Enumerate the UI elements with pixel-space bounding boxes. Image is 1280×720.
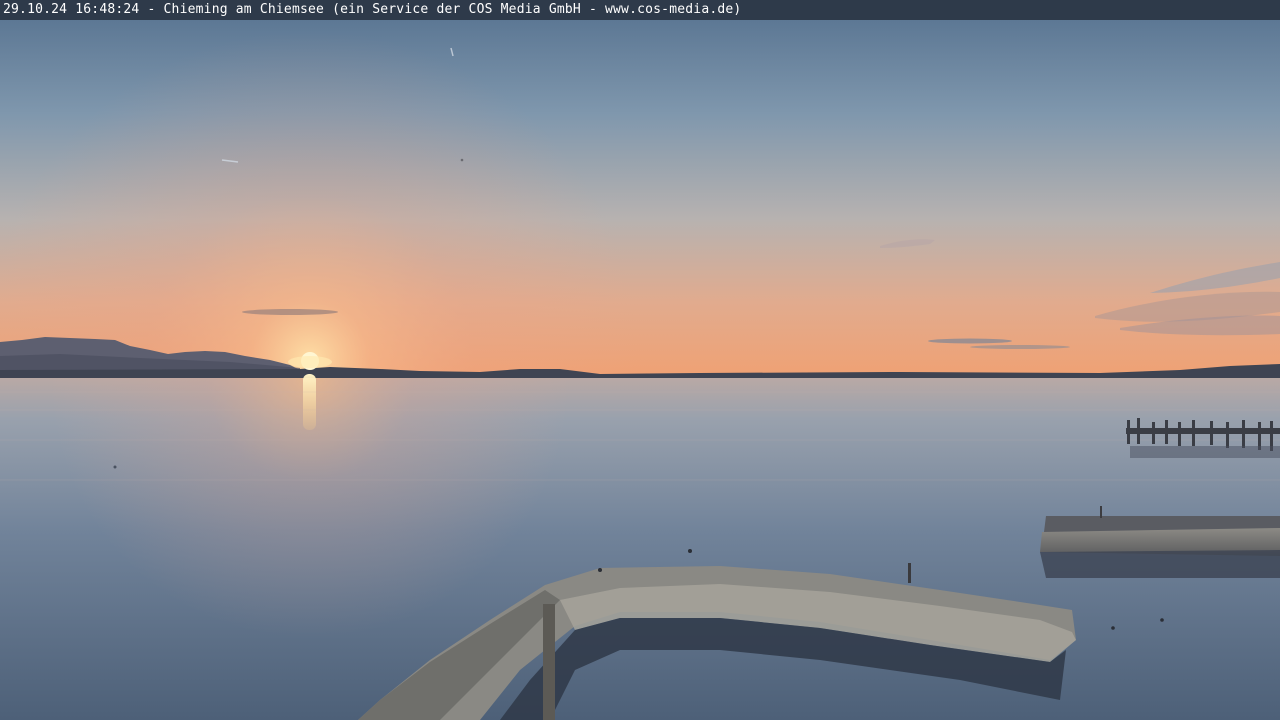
webcam-frame: 29.10.24 16:48:24 - Chieming am Chiemsee…	[0, 0, 1280, 720]
right-breakwater	[1040, 506, 1280, 578]
cloud	[242, 309, 338, 315]
timestamp-caption-bar: 29.10.24 16:48:24 - Chieming am Chiemsee…	[0, 0, 1280, 20]
timestamp-caption: 29.10.24 16:48:24 - Chieming am Chiemsee…	[3, 2, 742, 17]
cloud	[970, 345, 1070, 349]
webcam-photo	[0, 0, 1280, 720]
cloud	[928, 338, 1012, 344]
